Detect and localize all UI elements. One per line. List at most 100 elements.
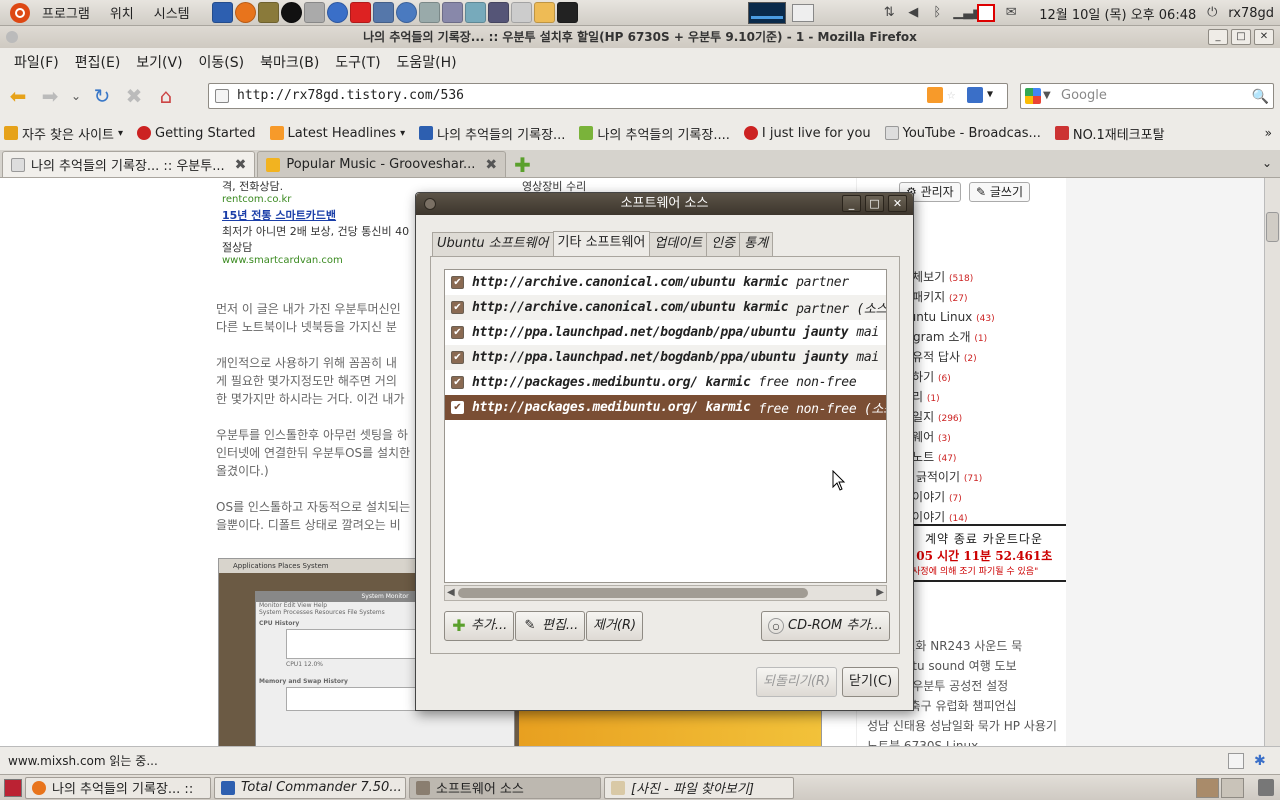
app-launcher-icon[interactable] <box>257 2 279 23</box>
notification-icon[interactable] <box>977 4 996 22</box>
revert-button[interactable]: 되돌리기(R) <box>756 667 838 697</box>
bookmark-blog-1[interactable]: 나의 추억들의 기록장... <box>419 124 565 143</box>
tab-list-dropdown-icon[interactable]: ⌄ <box>1262 156 1272 170</box>
add-source-button[interactable]: ✚ 추가... <box>444 611 515 641</box>
category-item[interactable]: 거리 (1) <box>901 388 995 408</box>
rss-icon[interactable] <box>927 87 943 103</box>
screenshot-launcher-icon[interactable] <box>303 2 325 23</box>
source-list[interactable]: ✔ http://archive.canonical.com/ubuntu ka… <box>444 269 887 583</box>
firefox-launcher-icon[interactable] <box>234 2 256 23</box>
source-row[interactable]: ✔ http://ppa.launchpad.net/bogdanb/ppa/u… <box>445 345 886 370</box>
forward-arrow-icon[interactable]: ➡ <box>36 82 64 110</box>
network-launcher-icon[interactable] <box>441 2 463 23</box>
show-desktop-icon[interactable] <box>4 778 22 797</box>
tab-blog[interactable]: 나의 추억들의 기록장... :: 우분투... ✖ <box>2 151 256 177</box>
task-software-sources[interactable]: 소프트웨어 소스 <box>409 776 601 799</box>
menu-history[interactable]: 이동(S) <box>191 52 253 72</box>
engine-dropdown-icon[interactable]: ▼ <box>1043 84 1051 108</box>
search-bar[interactable]: ▼ Google 🔍 <box>1020 83 1274 109</box>
bookmark-finance[interactable]: NO.1재테크포탈 <box>1054 124 1165 143</box>
clock[interactable]: 12월 10일 (목) 오후 06:48 <box>1039 4 1196 23</box>
source-checkbox[interactable]: ✔ <box>451 276 464 289</box>
opera-launcher-icon[interactable] <box>280 2 302 23</box>
hscroll-thumb[interactable] <box>458 588 808 598</box>
menu-help[interactable]: 도움말(H) <box>389 52 465 72</box>
category-item[interactable]: 자 긁적이기 (71) <box>901 468 995 488</box>
menu-view[interactable]: 보기(V) <box>128 52 190 72</box>
tab-ubuntu-software[interactable]: Ubuntu 소프트웨어 <box>432 232 554 256</box>
site-identity-icon[interactable] <box>215 89 229 103</box>
search-icon[interactable]: 🔍 <box>1252 85 1269 109</box>
bookmark-latest-headlines[interactable]: Latest Headlines ▾ <box>269 126 405 141</box>
dialog-close-button[interactable]: ✕ <box>888 195 907 212</box>
monitor-launcher-icon[interactable] <box>372 2 394 23</box>
bluetooth-icon[interactable]: ᛒ <box>929 5 945 21</box>
bookmark-i-just-live[interactable]: I just live for you <box>743 126 871 141</box>
pidgin-launcher-icon[interactable] <box>395 2 417 23</box>
ad-link[interactable]: 15년 전통 스마트카드밴 <box>222 209 336 222</box>
tab-other-software[interactable]: 기타 소프트웨어 <box>552 231 651 257</box>
menu-tools[interactable]: 도구(T) <box>327 52 388 72</box>
tab-close-icon[interactable]: ✖ <box>235 157 247 173</box>
signal-icon[interactable]: ▁▃▅ <box>953 5 983 21</box>
minimize-button[interactable]: _ <box>1208 29 1228 45</box>
terminal-launcher-icon[interactable] <box>556 2 578 23</box>
source-list-hscrollbar[interactable]: ◀ ▶ <box>444 585 887 601</box>
add-cdrom-button[interactable]: ○ CD-ROM 추가... <box>761 611 890 641</box>
notes-launcher-icon[interactable] <box>533 2 555 23</box>
dialog-menu-icon[interactable] <box>424 198 436 210</box>
settings-launcher-icon[interactable] <box>487 2 509 23</box>
tab-grooveshark[interactable]: Popular Music - Grooveshar... ✖ <box>257 151 507 177</box>
url-text[interactable]: http://rx78gd.tistory.com/536 <box>237 88 464 103</box>
source-row[interactable]: ✔ http://archive.canonical.com/ubuntu ka… <box>445 295 886 320</box>
scroll-left-icon[interactable]: ◀ <box>447 585 455 601</box>
bookmark-most-visited[interactable]: 자주 찾은 사이트 ▾ <box>4 124 123 143</box>
edit-source-button[interactable]: ✎ 편집... <box>515 611 586 641</box>
dialog-maximize-button[interactable]: □ <box>865 195 884 212</box>
source-checkbox[interactable]: ✔ <box>451 376 464 389</box>
ubuntu-logo-icon[interactable] <box>10 2 30 23</box>
category-item[interactable]: 드웨어 (3) <box>901 428 995 448</box>
close-button[interactable]: ✕ <box>1254 29 1274 45</box>
source-checkbox[interactable]: ✔ <box>451 351 464 364</box>
remove-source-button[interactable]: 제거(R) <box>586 611 644 641</box>
url-dropdown-icon[interactable]: ▼ <box>987 87 1003 103</box>
category-item[interactable]: 임이야기 (7) <box>901 488 995 508</box>
panel-menu-places[interactable]: 위치 <box>102 3 142 22</box>
history-dropdown-icon[interactable]: ⌄ <box>68 82 84 110</box>
reload-icon[interactable]: ↻ <box>88 82 116 110</box>
tab-statistics[interactable]: 통계 <box>739 232 774 256</box>
username[interactable]: rx78gd <box>1228 6 1274 21</box>
source-row[interactable]: ✔ http://ppa.launchpad.net/bogdanb/ppa/u… <box>445 320 886 345</box>
bookmark-star-icon[interactable]: ☆ <box>947 87 963 103</box>
category-item[interactable]: 련일지 (296) <box>901 408 995 428</box>
menu-file[interactable]: 파일(F) <box>6 52 67 72</box>
trash-icon[interactable] <box>1258 779 1274 796</box>
task-file-browser[interactable]: [사진 - 파일 찾아보기] <box>604 776 794 799</box>
close-dialog-button[interactable]: 닫기(C) <box>842 667 900 697</box>
source-row[interactable]: ✔ http://archive.canonical.com/ubuntu ka… <box>445 270 886 295</box>
category-item[interactable]: 화유적 답사 (2) <box>901 348 995 368</box>
task-total-commander[interactable]: Total Commander 7.50... <box>214 776 406 799</box>
tab-authentication[interactable]: 인증 <box>706 232 741 256</box>
xchat-launcher-icon[interactable] <box>349 2 371 23</box>
category-item[interactable]: 서노트 (47) <box>901 448 995 468</box>
category-item[interactable]: 전체보기 (518) <box>901 268 995 288</box>
source-checkbox[interactable]: ✔ <box>451 301 464 314</box>
bookmark-getting-started[interactable]: Getting Started <box>137 126 256 141</box>
disk-launcher-icon[interactable] <box>418 2 440 23</box>
power-icon[interactable]: ⏻ <box>1204 5 1220 21</box>
page-vertical-scrollbar[interactable] <box>1264 178 1280 746</box>
back-arrow-icon[interactable]: ⬅ <box>4 82 32 110</box>
tab-close-icon[interactable]: ✖ <box>485 157 497 173</box>
new-tab-plus-icon[interactable]: ✚ <box>514 153 531 177</box>
category-item[interactable]: rogram 소개 (1) <box>901 328 995 348</box>
virtualbox-launcher-icon[interactable] <box>211 2 233 23</box>
help-launcher-icon[interactable] <box>326 2 348 23</box>
google-search-engine-icon[interactable] <box>1025 88 1041 104</box>
network-icon[interactable]: ⇅ <box>881 5 897 21</box>
applet-icon[interactable] <box>792 4 814 22</box>
update-launcher-icon[interactable] <box>464 2 486 23</box>
source-row[interactable]: ✔ http://packages.medibuntu.org/ karmic … <box>445 370 886 395</box>
dialog-minimize-button[interactable]: _ <box>842 195 861 212</box>
